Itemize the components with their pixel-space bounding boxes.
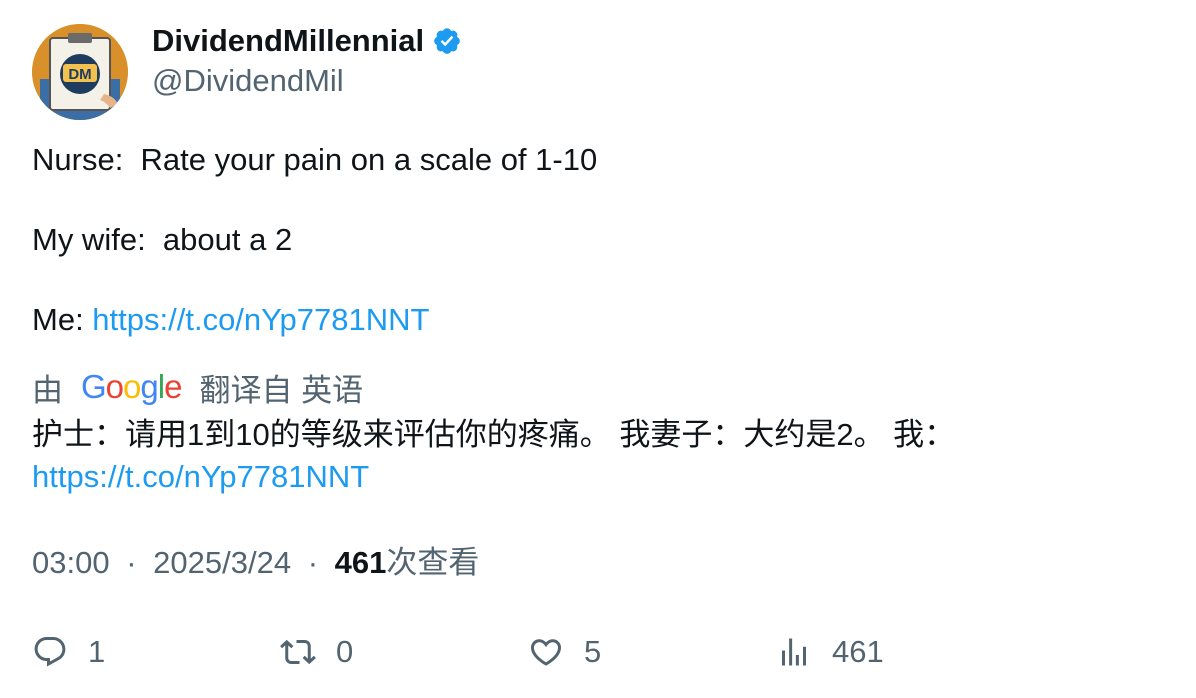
meta-separator: · <box>126 545 137 580</box>
tweet-line: Me: <box>32 302 93 337</box>
tweet-line: My wife: about a 2 <box>32 222 293 257</box>
views-button[interactable]: 461 <box>776 628 884 676</box>
translation-prefix: 由 <box>32 372 63 408</box>
action-bar: 1 0 5 461 <box>32 628 1162 676</box>
heart-icon <box>530 639 562 666</box>
tweet-meta: 03:00 · 2025/3/24 · 461次查看 <box>32 542 479 584</box>
tweet-line-with-link: Me: https://t.co/nYp7781NNT <box>32 300 1162 340</box>
translated-body: 护士：请用1到10的等级来评估你的疼痛。 我妻子：大约是2。 我： <box>32 417 956 452</box>
author-display-name[interactable]: DividendMillennial <box>152 22 424 60</box>
meta-separator: · <box>307 545 319 580</box>
avatar-text: DM <box>68 66 91 83</box>
tweet-line: Nurse: Rate your pain on a scale of 1-10 <box>32 142 598 177</box>
verified-badge-icon[interactable] <box>432 26 462 56</box>
analytics-icon <box>782 638 806 666</box>
google-logo[interactable]: Google <box>81 368 182 406</box>
like-count: 5 <box>584 634 602 669</box>
views-count: 461 <box>334 545 387 580</box>
avatar[interactable]: DM <box>32 24 128 120</box>
author-handle[interactable]: @DividendMil <box>152 62 344 100</box>
translation-suffix: 翻译自 英语 <box>199 372 364 408</box>
like-button[interactable]: 5 <box>528 628 601 676</box>
retweet-icon <box>280 639 316 665</box>
reply-button[interactable]: 1 <box>32 628 105 676</box>
translated-text: 护士：请用1到10的等级来评估你的疼痛。 我妻子：大约是2。 我： https:… <box>32 414 1162 498</box>
retweet-button[interactable]: 0 <box>280 628 353 676</box>
translation-attribution: 由 Google 翻译自 英语 <box>32 366 363 408</box>
author-name-row[interactable]: DividendMillennial <box>152 22 462 60</box>
views-action-count: 461 <box>832 634 884 669</box>
avatar-image: DM <box>32 24 128 120</box>
tweet-date[interactable]: 2025/3/24 <box>153 545 291 580</box>
views-label: 次查看 <box>386 545 480 580</box>
translated-link[interactable]: https://t.co/nYp7781NNT <box>32 456 1162 498</box>
tweet-link[interactable]: https://t.co/nYp7781NNT <box>92 302 429 337</box>
reply-icon <box>34 637 66 667</box>
retweet-count: 0 <box>336 634 354 669</box>
tweet-time[interactable]: 03:00 <box>32 545 110 580</box>
tweet-text: Nurse: Rate your pain on a scale of 1-10… <box>32 140 1162 340</box>
reply-count: 1 <box>88 634 106 669</box>
